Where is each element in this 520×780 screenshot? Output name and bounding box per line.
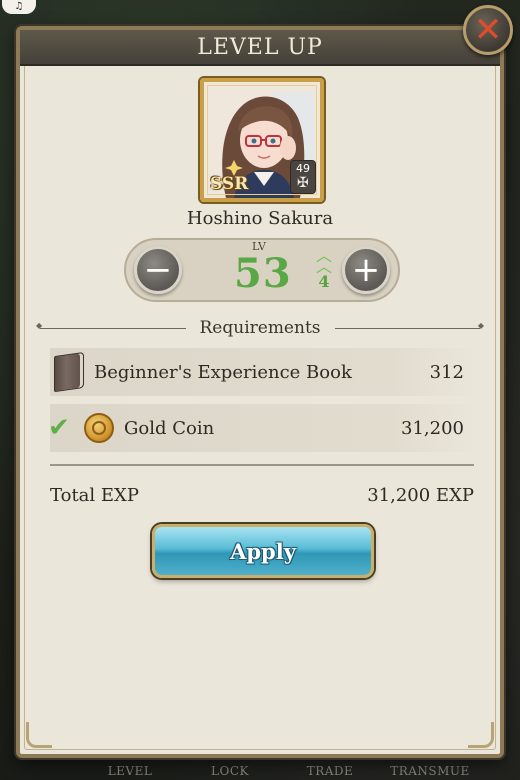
class-icon: ✠ (297, 175, 309, 191)
level-up-arrow-icon: ︿ ︿ (315, 246, 332, 276)
level-stepper: − LV 53 ︿ ︿ 4 + (124, 238, 400, 302)
requirement-name: Beginner's Experience Book (94, 361, 352, 383)
requirements-title: Requirements (199, 318, 321, 338)
character-portrait[interactable]: SSR 49 ✠ (200, 78, 324, 202)
apply-button[interactable]: Apply (152, 524, 374, 578)
rarity-badge: SSR (210, 174, 249, 194)
total-exp-row: Total EXP 31,200 EXP (50, 482, 474, 508)
level-gain: ︿ ︿ 4 (310, 246, 338, 292)
requirement-name: Gold Coin (124, 417, 215, 439)
requirement-amount: 312 (429, 361, 464, 383)
total-exp-label: Total EXP (50, 484, 139, 506)
gold-coin-icon (84, 413, 114, 443)
requirement-item-book: Beginner's Experience Book 312 (50, 348, 476, 396)
dialog-title: LEVEL UP (197, 34, 323, 60)
increase-level-button[interactable]: + (342, 246, 390, 294)
level-gain-value: 4 (318, 272, 330, 291)
requirement-item-gold: ✔ Gold Coin 31,200 (48, 404, 476, 452)
book-icon (54, 351, 84, 393)
close-icon: ✕ (473, 10, 503, 50)
cost-badge: 49 ✠ (290, 160, 316, 194)
level-value: 53 (234, 250, 292, 297)
total-exp-value: 31,200 EXP (367, 484, 474, 506)
close-button[interactable]: ✕ (463, 5, 513, 55)
character-name: Hoshino Sakura (186, 208, 334, 229)
corner-ornament (26, 722, 52, 748)
cost-value: 49 (296, 162, 310, 175)
requirements-header: Requirements (36, 316, 484, 340)
divider-line (334, 321, 484, 330)
corner-ornament (468, 722, 494, 748)
divider (50, 464, 474, 466)
level-up-dialog: LEVEL UP SSR 49 ✠ Hoshino Sakura − LV 53… (16, 26, 504, 758)
apply-button-label: Apply (230, 538, 296, 564)
music-note-icon[interactable]: ♫ (2, 0, 36, 14)
decrease-level-button[interactable]: − (134, 246, 182, 294)
check-icon: ✔ (48, 413, 70, 443)
divider-line (36, 321, 186, 330)
dialog-header: LEVEL UP (20, 30, 500, 66)
requirement-amount: 31,200 (401, 417, 464, 439)
